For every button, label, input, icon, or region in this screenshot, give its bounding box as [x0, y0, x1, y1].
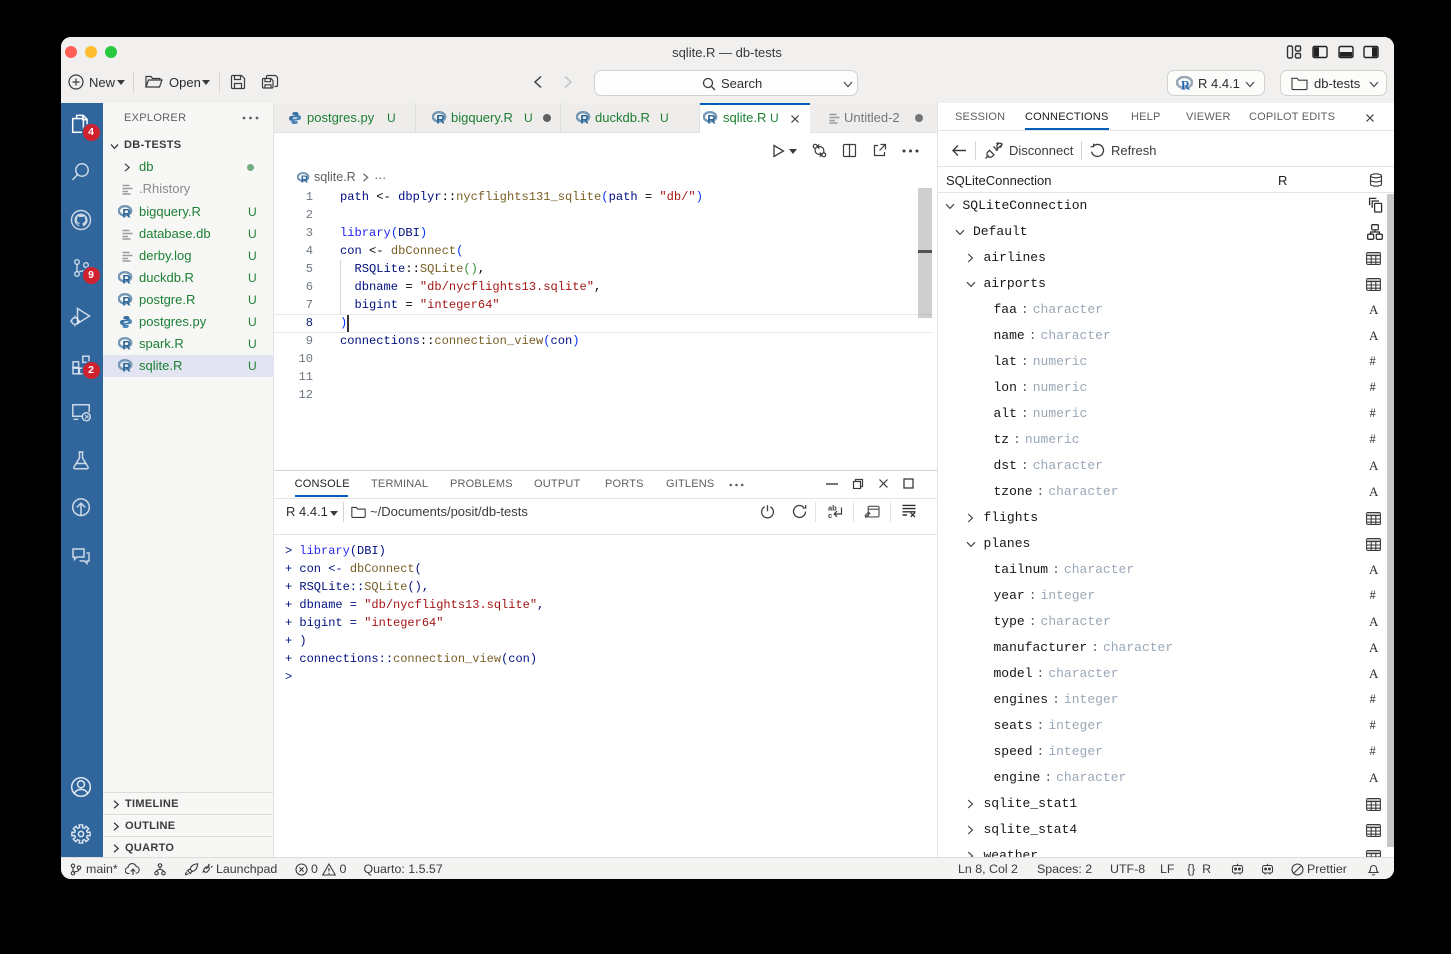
svg-text:R: R — [580, 115, 589, 126]
svg-text:R: R — [436, 115, 445, 126]
svg-text:R: R — [122, 209, 131, 220]
svg-text:R: R — [1181, 79, 1191, 92]
svg-text:R: R — [122, 341, 131, 352]
svg-text:R: R — [707, 115, 716, 126]
svg-text:c: c — [828, 511, 832, 519]
svg-text:R: R — [122, 363, 131, 374]
svg-text:R: R — [301, 175, 308, 184]
svg-text:R: R — [122, 275, 131, 286]
svg-text:R: R — [122, 297, 131, 308]
